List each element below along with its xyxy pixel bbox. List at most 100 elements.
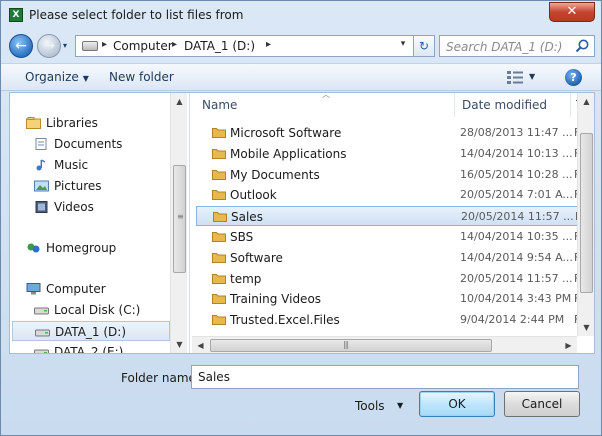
- tree-item[interactable]: Homegroup: [26, 238, 116, 258]
- file-name: temp: [230, 271, 262, 286]
- scroll-right-icon[interactable]: ▶: [560, 337, 577, 353]
- browser-pane: Libraries Documents Music Pictures Videos Hom…: [9, 92, 595, 354]
- folder-icon: [212, 169, 226, 180]
- file-row[interactable]: Trusted.Excel.Files9/04/2014 2:44 PMFil: [196, 310, 586, 330]
- file-date: 14/04/2014 9:54 A...: [460, 250, 573, 264]
- folder-picker-dialog: X Please select folder to list files fro…: [0, 0, 602, 436]
- search-box[interactable]: Search DATA_1 (D:): [439, 35, 595, 57]
- file-date: 28/08/2013 11:47 ...: [460, 126, 573, 139]
- file-name: Software: [230, 250, 283, 265]
- tree-item-label: Local Disk (C:): [54, 303, 141, 317]
- scroll-down-icon[interactable]: ▼: [171, 336, 188, 353]
- scroll-down-icon[interactable]: ▼: [578, 319, 594, 336]
- recent-pages-icon[interactable]: ▾: [63, 41, 67, 50]
- file-list-scrollbar[interactable]: ▲ ▼: [577, 93, 594, 336]
- breadcrumb-separator-icon[interactable]: ▸: [102, 39, 107, 50]
- grip-icon: |||: [343, 340, 349, 349]
- computer-icon: [26, 281, 41, 295]
- file-row[interactable]: Outlook20/05/2014 7:01 A...Fil: [196, 185, 586, 205]
- column-header-date[interactable]: Date modified: [462, 93, 547, 117]
- file-row[interactable]: Training Videos10/04/2014 3:43 PMFil: [196, 289, 586, 309]
- address-dropdown-icon[interactable]: ▾: [396, 39, 410, 53]
- file-date: 14/04/2014 10:35 ...: [460, 230, 573, 243]
- close-button[interactable]: ✕: [549, 2, 595, 22]
- file-scroll-thumb[interactable]: [580, 133, 593, 293]
- back-button[interactable]: ←: [9, 34, 33, 58]
- folder-icon: [212, 294, 226, 305]
- navigation-bar: ← → ▾ ▸ Computer ▸ DATA_1 (D:) ▸ ▾ ↻ Sea…: [1, 31, 601, 63]
- file-row[interactable]: Microsoft Software28/08/2013 11:47 ...Fi…: [196, 123, 586, 143]
- search-icon[interactable]: [574, 38, 590, 54]
- file-date: 16/05/2014 10:28 ...: [460, 167, 573, 181]
- tree-item-label: Music: [54, 158, 89, 172]
- tree-item-label: DATA_2 (E:): [54, 345, 124, 353]
- file-name: SBS: [230, 230, 254, 244]
- tree-item-label: Videos: [54, 200, 94, 214]
- address-bar[interactable]: ▸ Computer ▸ DATA_1 (D:) ▸ ▾: [75, 35, 435, 57]
- tree-item-label: Documents: [54, 137, 123, 151]
- file-name: Mobile Applications: [230, 146, 347, 161]
- column-header-name[interactable]: Name: [202, 93, 237, 117]
- file-row[interactable]: SBS14/04/2014 10:35 ...Fil: [196, 227, 586, 247]
- new-folder-button[interactable]: New folder: [109, 70, 174, 84]
- tree-item[interactable]: DATA_2 (E:): [34, 342, 123, 353]
- column-divider[interactable]: [570, 93, 571, 117]
- file-date: 20/05/2014 11:57 ...: [461, 210, 574, 224]
- file-row[interactable]: Software14/04/2014 9:54 A...Fil: [196, 248, 586, 268]
- breadcrumb-computer[interactable]: Computer: [113, 39, 173, 53]
- breadcrumb-separator-icon[interactable]: ▸: [172, 39, 177, 50]
- folder-name-label: Folder name:: [121, 371, 200, 385]
- tree-item[interactable]: Computer: [26, 279, 106, 299]
- breadcrumb-data1[interactable]: DATA_1 (D:): [184, 39, 255, 53]
- drive-icon: [34, 344, 49, 353]
- tree-item[interactable]: DATA_1 (D:): [12, 321, 170, 341]
- folder-name-field[interactable]: [191, 365, 579, 389]
- chevron-down-icon[interactable]: ▼: [397, 401, 403, 410]
- tree-scroll-thumb[interactable]: ≡: [173, 165, 186, 273]
- ok-button[interactable]: OK: [419, 391, 495, 417]
- title-bar[interactable]: X Please select folder to list files fro…: [1, 1, 601, 31]
- tree-item[interactable]: Libraries: [26, 113, 98, 133]
- cancel-button[interactable]: Cancel: [504, 391, 580, 417]
- file-date: 20/05/2014 11:57 ...: [460, 271, 573, 285]
- breadcrumb-separator-icon[interactable]: ▸: [266, 39, 271, 50]
- help-icon[interactable]: ?: [565, 69, 582, 86]
- horizontal-scrollbar[interactable]: ◀ ||| ▶: [192, 336, 577, 353]
- tree-scrollbar[interactable]: ▲ ≡ ▼: [170, 93, 187, 353]
- tools-button[interactable]: Tools: [355, 399, 385, 413]
- tree-item[interactable]: Documents: [34, 134, 122, 154]
- file-row[interactable]: temp20/05/2014 11:57 ...Fil: [196, 269, 586, 289]
- file-name: Training Videos: [230, 292, 322, 307]
- horizontal-scroll-thumb[interactable]: |||: [210, 339, 492, 352]
- tree-item[interactable]: Music: [34, 155, 88, 175]
- column-divider[interactable]: [454, 93, 455, 117]
- tree-item-label: Pictures: [54, 179, 102, 193]
- tree-item[interactable]: Pictures: [34, 176, 102, 196]
- search-input[interactable]: Search DATA_1 (D:): [446, 40, 562, 54]
- organize-button[interactable]: Organize ▼: [25, 70, 89, 84]
- tree-item[interactable]: Videos: [34, 197, 94, 217]
- excel-icon: X: [9, 8, 23, 22]
- scroll-up-icon[interactable]: ▲: [578, 93, 594, 110]
- file-row[interactable]: My Documents16/05/2014 10:28 ...Fil: [196, 165, 586, 185]
- documents-icon: [34, 136, 49, 150]
- file-row[interactable]: Sales20/05/2014 11:57 ...Fil: [196, 206, 587, 227]
- file-row[interactable]: Mobile Applications14/04/2014 10:13 ...F…: [196, 144, 586, 164]
- forward-button[interactable]: →: [37, 34, 61, 58]
- drive-icon: [35, 324, 50, 337]
- homegroup-icon: [26, 240, 41, 253]
- view-dropdown-icon[interactable]: ▼: [529, 72, 535, 81]
- dialog-footer: Folder name: Tools ▼ OK Cancel: [1, 355, 601, 435]
- folder-icon: [212, 252, 226, 263]
- tree-item-label: DATA_1 (D:): [55, 325, 127, 339]
- videos-icon: [34, 199, 49, 213]
- scroll-up-icon[interactable]: ▲: [171, 93, 188, 110]
- view-options-icon[interactable]: [507, 71, 523, 84]
- grip-icon: ≡: [177, 212, 184, 221]
- tree-item[interactable]: Local Disk (C:): [34, 300, 140, 320]
- scroll-left-icon[interactable]: ◀: [192, 337, 209, 353]
- file-list: ︿ Name Date modified Ty Microsoft Softwa…: [192, 93, 594, 353]
- file-name: Trusted.Excel.Files: [230, 313, 340, 328]
- folder-icon: [212, 128, 226, 138]
- refresh-button[interactable]: ↻: [413, 35, 435, 57]
